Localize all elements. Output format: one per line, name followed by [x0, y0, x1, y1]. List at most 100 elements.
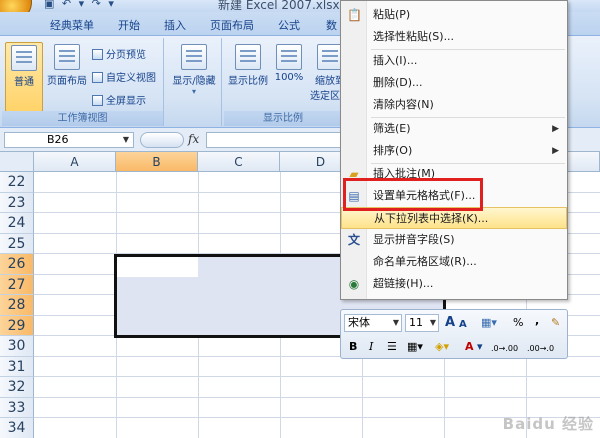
- page-layout-view-button[interactable]: 页面布局: [46, 42, 88, 87]
- context-menu: 📋 粘贴(P) 选择性粘贴(S)... 插入(I)... 删除(D)... 清除内…: [340, 0, 568, 300]
- row-header[interactable]: 28: [0, 295, 34, 316]
- menu-label: 超链接(H)...: [373, 277, 434, 290]
- tab-formulas[interactable]: 公式: [278, 17, 300, 33]
- clipboard-icon: 📋: [347, 8, 362, 22]
- highlight-annotation-box: [343, 178, 483, 211]
- zoom-100-button[interactable]: 100%: [272, 42, 306, 83]
- tab-classic-menu[interactable]: 经典菜单: [50, 17, 94, 33]
- row-header[interactable]: 22: [0, 172, 34, 193]
- row-header[interactable]: 24: [0, 213, 34, 234]
- italic-button[interactable]: I: [369, 339, 373, 355]
- chevron-down-icon[interactable]: ▾: [477, 339, 483, 355]
- show-hide-icon: [181, 44, 207, 70]
- chevron-down-icon[interactable]: ▼: [123, 133, 129, 147]
- custom-views-button[interactable]: 自定义视图: [92, 69, 156, 84]
- normal-view-icon: [11, 45, 37, 71]
- comma-button[interactable]: ,: [535, 313, 539, 329]
- menu-label: 筛选(E): [373, 122, 411, 135]
- menu-item-filter[interactable]: 筛选(E) ▶: [341, 118, 567, 140]
- column-header-a[interactable]: A: [34, 152, 116, 172]
- row-header[interactable]: 31: [0, 356, 34, 377]
- menu-label: 从下拉列表中选择(K)...: [374, 212, 489, 225]
- font-name-value: 宋体: [348, 316, 370, 329]
- office-button[interactable]: [0, 0, 32, 12]
- row-header[interactable]: 33: [0, 397, 34, 418]
- page-break-preview-button[interactable]: 分页预览: [92, 46, 146, 61]
- tab-insert[interactable]: 插入: [164, 17, 186, 33]
- row-header[interactable]: 29: [0, 315, 34, 336]
- menu-item-insert[interactable]: 插入(I)...: [341, 50, 567, 72]
- column-header-b[interactable]: B: [116, 152, 198, 172]
- chevron-down-icon[interactable]: ▼: [430, 315, 436, 331]
- shrink-font-button[interactable]: A: [459, 317, 467, 333]
- window-title: 新建 Excel 2007.xlsx: [218, 0, 340, 12]
- quick-access-toolbar[interactable]: ▣ ↶ ▾ ↷ ▾: [44, 0, 116, 10]
- row-header[interactable]: 34: [0, 418, 34, 438]
- format-painter-table-icon[interactable]: ▦▾: [481, 315, 497, 331]
- full-screen-label: 全屏显示: [106, 96, 146, 107]
- custom-views-icon: [92, 72, 103, 83]
- name-box[interactable]: B26 ▼: [4, 132, 134, 148]
- page-break-icon: [92, 49, 103, 60]
- chevron-right-icon: ▶: [552, 124, 559, 134]
- font-color-button[interactable]: A: [465, 339, 474, 355]
- show-hide-button[interactable]: 显示/隐藏 ▾: [172, 42, 216, 96]
- formula-buttons[interactable]: [140, 132, 184, 148]
- zoom-100-icon: [276, 44, 302, 70]
- tab-data[interactable]: 数: [326, 17, 337, 33]
- increase-decimal-button[interactable]: .0→.00: [491, 341, 518, 357]
- fill-color-icon[interactable]: ◈▾: [435, 339, 449, 355]
- normal-view-label: 普通: [14, 77, 34, 88]
- borders-icon[interactable]: ▦▾: [407, 339, 423, 355]
- percent-button[interactable]: %: [513, 315, 523, 331]
- menu-item-delete[interactable]: 删除(D)...: [341, 72, 567, 94]
- row-header[interactable]: 23: [0, 192, 34, 213]
- menu-item-hyperlink[interactable]: ◉ 超链接(H)...: [341, 273, 567, 295]
- menu-item-paste-special[interactable]: 选择性粘贴(S)...: [341, 26, 567, 48]
- row-header[interactable]: 30: [0, 336, 34, 357]
- font-size-field[interactable]: 11 ▼: [405, 314, 439, 332]
- menu-label: 排序(O): [373, 144, 413, 157]
- page-layout-icon: [54, 44, 80, 70]
- menu-label: 选择性粘贴(S)...: [373, 30, 455, 43]
- menu-label: 命名单元格区域(R)...: [373, 255, 477, 268]
- normal-view-button[interactable]: 普通: [5, 42, 43, 112]
- full-screen-button[interactable]: 全屏显示: [92, 92, 146, 107]
- zoom-group-label: 显示比例: [224, 111, 342, 126]
- zoom-button-label: 显示比例: [228, 76, 268, 87]
- menu-item-show-phonetic[interactable]: 文显示拼音字段(S): [341, 229, 567, 251]
- formula-input[interactable]: [206, 132, 346, 148]
- zoom-button[interactable]: 显示比例: [226, 42, 270, 87]
- gridline-h: [34, 376, 600, 377]
- chevron-down-icon[interactable]: ▼: [393, 315, 399, 331]
- phonetic-icon: 文: [347, 233, 360, 247]
- decrease-decimal-button[interactable]: .00→.0: [527, 341, 554, 357]
- tab-page-layout[interactable]: 页面布局: [210, 17, 254, 33]
- menu-item-name-range[interactable]: 命名单元格区域(R)...: [341, 251, 567, 273]
- menu-item-clear-contents[interactable]: 清除内容(N): [341, 94, 567, 116]
- row-header[interactable]: 27: [0, 274, 34, 295]
- menu-label: 粘贴(P): [373, 8, 411, 21]
- tab-home[interactable]: 开始: [118, 17, 140, 33]
- row-header[interactable]: 32: [0, 377, 34, 398]
- menu-item-sort[interactable]: 排序(O) ▶: [341, 140, 567, 162]
- font-name-field[interactable]: 宋体 ▼: [344, 314, 402, 332]
- workbook-views-group: 普通 页面布局 分页预览 自定义视图 全屏显示 工作簿视图: [2, 38, 164, 126]
- show-hide-label: 显示/隐藏: [172, 76, 216, 87]
- chevron-down-icon: ▾: [191, 87, 196, 96]
- insert-function-button[interactable]: fx: [188, 132, 199, 146]
- center-align-icon[interactable]: ☰: [387, 339, 397, 355]
- row-header[interactable]: 25: [0, 233, 34, 254]
- menu-item-paste[interactable]: 📋 粘贴(P): [341, 4, 567, 26]
- hyperlink-icon: ◉: [348, 277, 360, 291]
- column-header-c[interactable]: C: [198, 152, 280, 172]
- format-painter-icon[interactable]: ✎: [551, 315, 560, 331]
- grow-font-button[interactable]: A: [445, 315, 455, 331]
- name-box-value: B26: [47, 133, 69, 146]
- select-all-corner[interactable]: [0, 152, 34, 172]
- magnifier-icon: [235, 44, 261, 70]
- row-header[interactable]: 26: [0, 254, 34, 275]
- bold-button[interactable]: B: [349, 339, 357, 355]
- menu-label: 插入(I)...: [373, 54, 418, 67]
- menu-label: 清除内容(N): [373, 98, 434, 111]
